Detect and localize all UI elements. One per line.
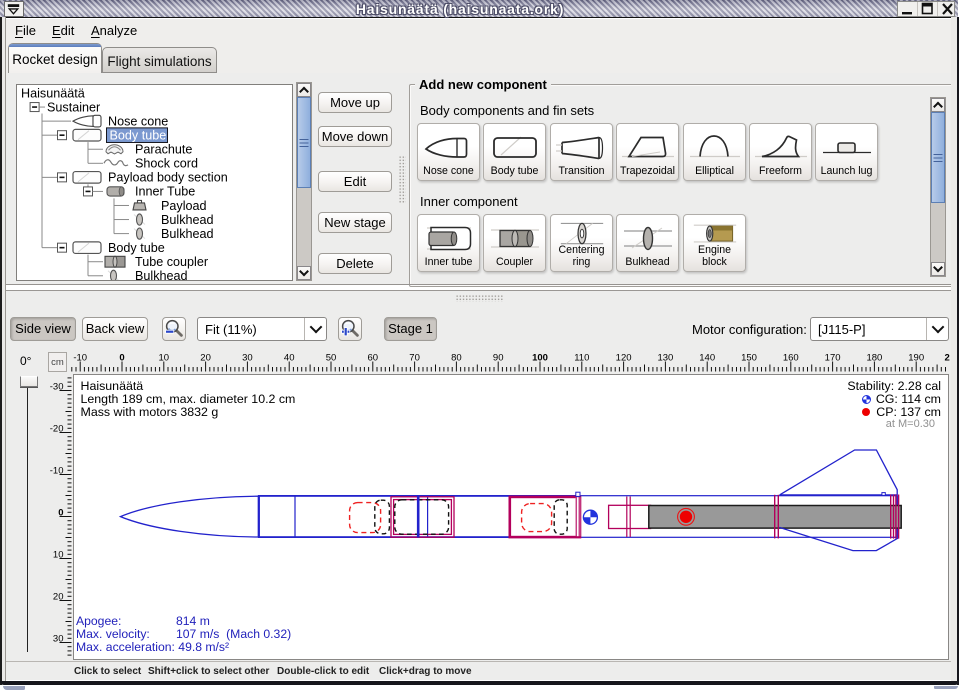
svg-text:Nose cone: Nose cone [108,114,168,128]
svg-text:0: 0 [119,353,124,364]
svg-text:20: 20 [200,353,211,364]
svg-text:Bulkhead: Bulkhead [135,269,188,280]
svg-text:140: 140 [699,353,715,364]
svg-text:2: 2 [945,353,950,364]
svg-text:10: 10 [53,549,64,560]
svg-text:80: 80 [451,353,462,364]
svg-text:90: 90 [493,353,504,364]
svg-text:10: 10 [159,353,170,364]
svg-text:Body tube: Body tube [110,128,167,142]
svg-text:150: 150 [741,353,757,364]
svg-text:-10: -10 [50,465,64,476]
svg-text:170: 170 [825,353,841,364]
svg-text:20: 20 [53,591,64,602]
svg-text:100: 100 [532,353,548,364]
svg-text:110: 110 [574,353,589,364]
svg-text:190: 190 [908,353,924,364]
svg-text:0: 0 [58,507,63,518]
svg-text:Haisunäätä: Haisunäätä [21,86,85,100]
svg-text:180: 180 [866,353,882,364]
svg-text:50: 50 [326,353,337,364]
svg-text:-10: -10 [73,353,87,364]
svg-text:Bulkhead: Bulkhead [161,227,214,241]
svg-text:Payload: Payload [161,199,207,213]
svg-text:-30: -30 [50,381,64,392]
svg-text:60: 60 [368,353,379,364]
svg-text:Payload body section: Payload body section [108,171,228,185]
svg-text:Shock cord: Shock cord [135,157,198,171]
svg-text:Sustainer: Sustainer [47,100,100,114]
svg-text:160: 160 [783,353,799,364]
svg-text:30: 30 [242,353,253,364]
svg-text:40: 40 [284,353,295,364]
svg-text:70: 70 [409,353,420,364]
svg-text:30: 30 [53,633,64,644]
svg-text:Parachute: Parachute [135,143,192,157]
svg-text:Tube coupler: Tube coupler [135,255,208,269]
svg-text:130: 130 [657,353,673,364]
svg-text:Body tube: Body tube [108,241,165,255]
svg-text:Bulkhead: Bulkhead [161,213,214,227]
svg-text:-20: -20 [50,423,64,434]
svg-text:120: 120 [616,353,632,364]
svg-text:Inner Tube: Inner Tube [135,185,195,199]
